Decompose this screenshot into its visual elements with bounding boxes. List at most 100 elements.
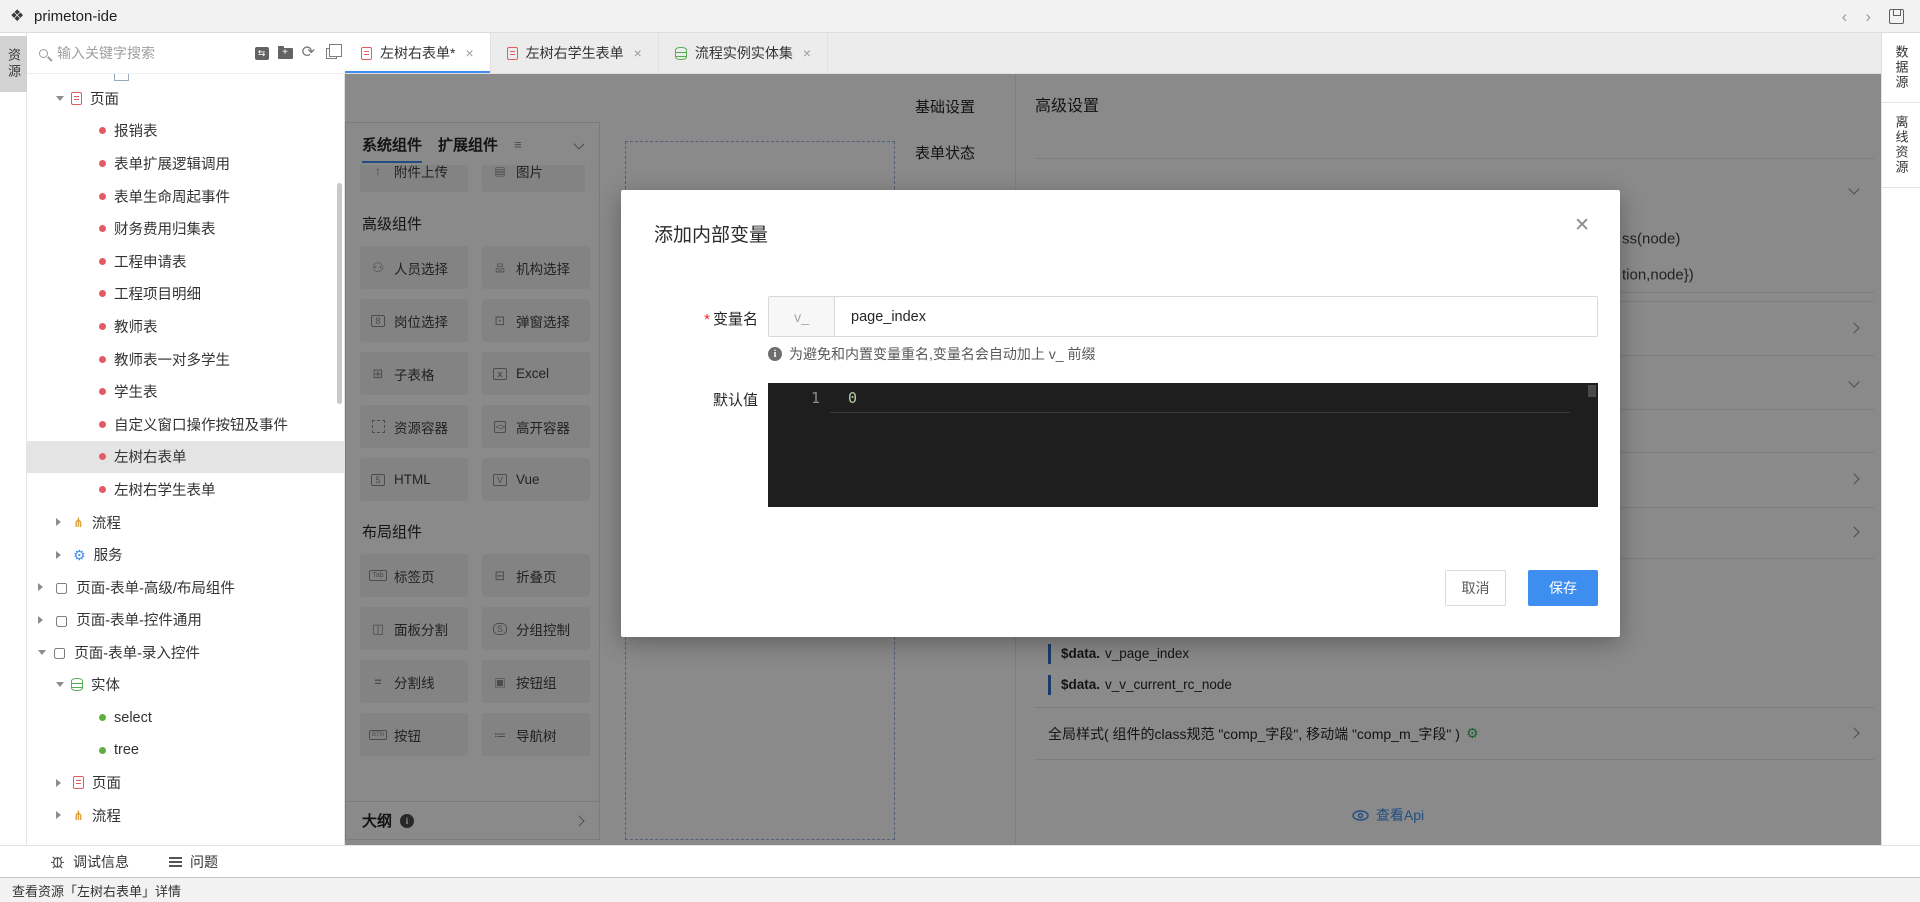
- app-title: primeton-ide: [34, 8, 117, 25]
- expand-arrow-icon[interactable]: [56, 518, 61, 526]
- tree-item[interactable]: ⚙ 服务: [27, 538, 344, 571]
- variable-name-input[interactable]: [835, 297, 1597, 336]
- tree-item-label: 工程申请表: [114, 251, 187, 272]
- tree-item[interactable]: 学生表: [27, 375, 344, 408]
- problems-button[interactable]: 问题: [169, 852, 218, 872]
- history-forward-icon[interactable]: ›: [1865, 8, 1871, 25]
- rail-tab-datasource[interactable]: 数据源: [1882, 33, 1920, 103]
- expand-arrow-icon[interactable]: [56, 551, 61, 559]
- tree-item[interactable]: ▢ 页面-表单-录入控件: [27, 636, 344, 669]
- status-text: 查看资源「左树右表单」详情: [12, 881, 181, 900]
- tree-item-label: 报销表: [114, 120, 158, 141]
- history-back-icon[interactable]: ‹: [1842, 8, 1848, 25]
- tree-item[interactable]: 页面: [27, 82, 344, 115]
- tree-item-icon: [71, 92, 82, 105]
- editor-line-number: 1: [768, 389, 820, 407]
- debug-info-button[interactable]: 调试信息: [50, 852, 129, 872]
- expand-arrow-icon[interactable]: [56, 682, 64, 687]
- tree-item-icon: ▢: [55, 580, 68, 594]
- tree-item[interactable]: 实体: [27, 669, 344, 702]
- editor-tab[interactable]: 左树右学生表单 ×: [491, 33, 659, 73]
- tree-item[interactable]: 财务费用归集表: [27, 212, 344, 245]
- debug-bug-icon: [50, 854, 65, 869]
- tree-item-icon: [99, 356, 106, 363]
- tree-item-icon: ▢: [55, 613, 68, 627]
- tree-item-icon: [99, 258, 106, 265]
- tree-item[interactable]: ▢ 页面-表单-控件通用: [27, 604, 344, 637]
- tree-item-label: select: [114, 710, 152, 726]
- tree-item[interactable]: 表单生命周起事件: [27, 180, 344, 213]
- tree-item-label: 页面: [90, 88, 119, 109]
- tree-item-label: 左树右表单: [114, 446, 187, 467]
- editor-scrollbar[interactable]: [1588, 385, 1596, 397]
- tree-item[interactable]: ⋔ 流程: [27, 506, 344, 539]
- tree-item[interactable]: ⋔ 流程: [27, 799, 344, 832]
- refresh-icon[interactable]: ⟳: [302, 45, 315, 61]
- tree-item[interactable]: tree: [27, 734, 344, 767]
- tab-file-icon: [361, 47, 372, 60]
- editor-code-content[interactable]: 0: [848, 389, 857, 407]
- tree-item-icon: [99, 193, 106, 200]
- tree-item[interactable]: 左树右表单: [27, 441, 344, 474]
- editor-tab[interactable]: 流程实例实体集 ×: [659, 33, 828, 73]
- default-value-code-editor[interactable]: 1 0: [768, 383, 1598, 507]
- expand-arrow-icon[interactable]: [56, 96, 64, 101]
- editor-tab[interactable]: 左树右表单* ×: [345, 33, 491, 73]
- tree-item[interactable]: 工程申请表: [27, 245, 344, 278]
- save-button[interactable]: 保存: [1528, 570, 1598, 606]
- variable-prefix-addon: v_: [769, 297, 835, 336]
- tree-item-icon: [99, 323, 106, 330]
- tree-item-label: 自定义窗口操作按钮及事件: [114, 414, 288, 435]
- tree-item[interactable]: 自定义窗口操作按钮及事件: [27, 408, 344, 441]
- tab-file-icon: [507, 47, 518, 60]
- tree-item-label: 页面-表单-高级/布局组件: [76, 577, 235, 598]
- new-folder-icon[interactable]: +: [278, 48, 293, 59]
- tree-item[interactable]: 左树右学生表单: [27, 473, 344, 506]
- tree-item[interactable]: 教师表一对多学生: [27, 343, 344, 376]
- tree-item[interactable]: 教师表: [27, 310, 344, 343]
- rail-tab-resources[interactable]: 资源: [0, 36, 27, 92]
- tree-item[interactable]: select: [27, 701, 344, 734]
- collapse-all-icon[interactable]: [326, 48, 337, 59]
- close-tab-icon[interactable]: ×: [803, 45, 811, 61]
- close-dialog-icon[interactable]: ✕: [1574, 216, 1590, 235]
- tree-item[interactable]: 页面: [27, 766, 344, 799]
- tree-item[interactable]: ▢ 页面-表单-高级/布局组件: [27, 571, 344, 604]
- default-value-label: 默认值: [621, 389, 758, 410]
- tree-item[interactable]: 工程项目明细: [27, 278, 344, 311]
- expand-arrow-icon[interactable]: [56, 779, 61, 787]
- expand-arrow-icon[interactable]: [38, 650, 46, 655]
- tree-item-icon: [99, 160, 106, 167]
- close-tab-icon[interactable]: ×: [465, 45, 473, 61]
- tree-scrollbar[interactable]: [337, 183, 342, 404]
- variable-name-label: *变量名: [621, 308, 758, 329]
- tab-label: 左树右学生表单: [526, 43, 624, 63]
- tree-item-label: 服务: [94, 544, 123, 565]
- tab-label: 流程实例实体集: [695, 43, 793, 63]
- tree-item-icon: [99, 388, 106, 395]
- tree-item-icon: [99, 127, 106, 134]
- tree-item-label: 流程: [92, 805, 121, 826]
- resource-toolbar: 输入关键字搜索 ⇆ + ⟳: [27, 33, 345, 74]
- tree-item-label: 教师表一对多学生: [114, 349, 230, 370]
- variable-name-input-group: v_: [768, 296, 1598, 337]
- close-tab-icon[interactable]: ×: [634, 45, 642, 61]
- tree-item-icon: [99, 225, 106, 232]
- info-icon: i: [768, 347, 782, 361]
- import-resource-icon[interactable]: ⇆: [255, 47, 269, 60]
- tab-label: 左树右表单*: [380, 43, 455, 63]
- tree-item[interactable]: 表单扩展逻辑调用: [27, 147, 344, 180]
- save-icon[interactable]: [1889, 9, 1904, 24]
- expand-arrow-icon[interactable]: [38, 583, 43, 591]
- tree-item-icon: [99, 453, 106, 460]
- expand-arrow-icon[interactable]: [38, 616, 43, 624]
- expand-arrow-icon[interactable]: [56, 811, 61, 819]
- rail-tab-offline-resources[interactable]: 离线资源: [1882, 103, 1920, 188]
- dialog-buttons: 取消 保存: [1445, 570, 1598, 606]
- cancel-button[interactable]: 取消: [1445, 570, 1506, 606]
- tree-item-icon: [73, 776, 84, 789]
- tree-item[interactable]: 报销表: [27, 115, 344, 148]
- search-input[interactable]: 输入关键字搜索: [57, 43, 255, 63]
- dialog-title: 添加内部变量: [654, 220, 768, 247]
- tree-item-label: 教师表: [114, 316, 158, 337]
